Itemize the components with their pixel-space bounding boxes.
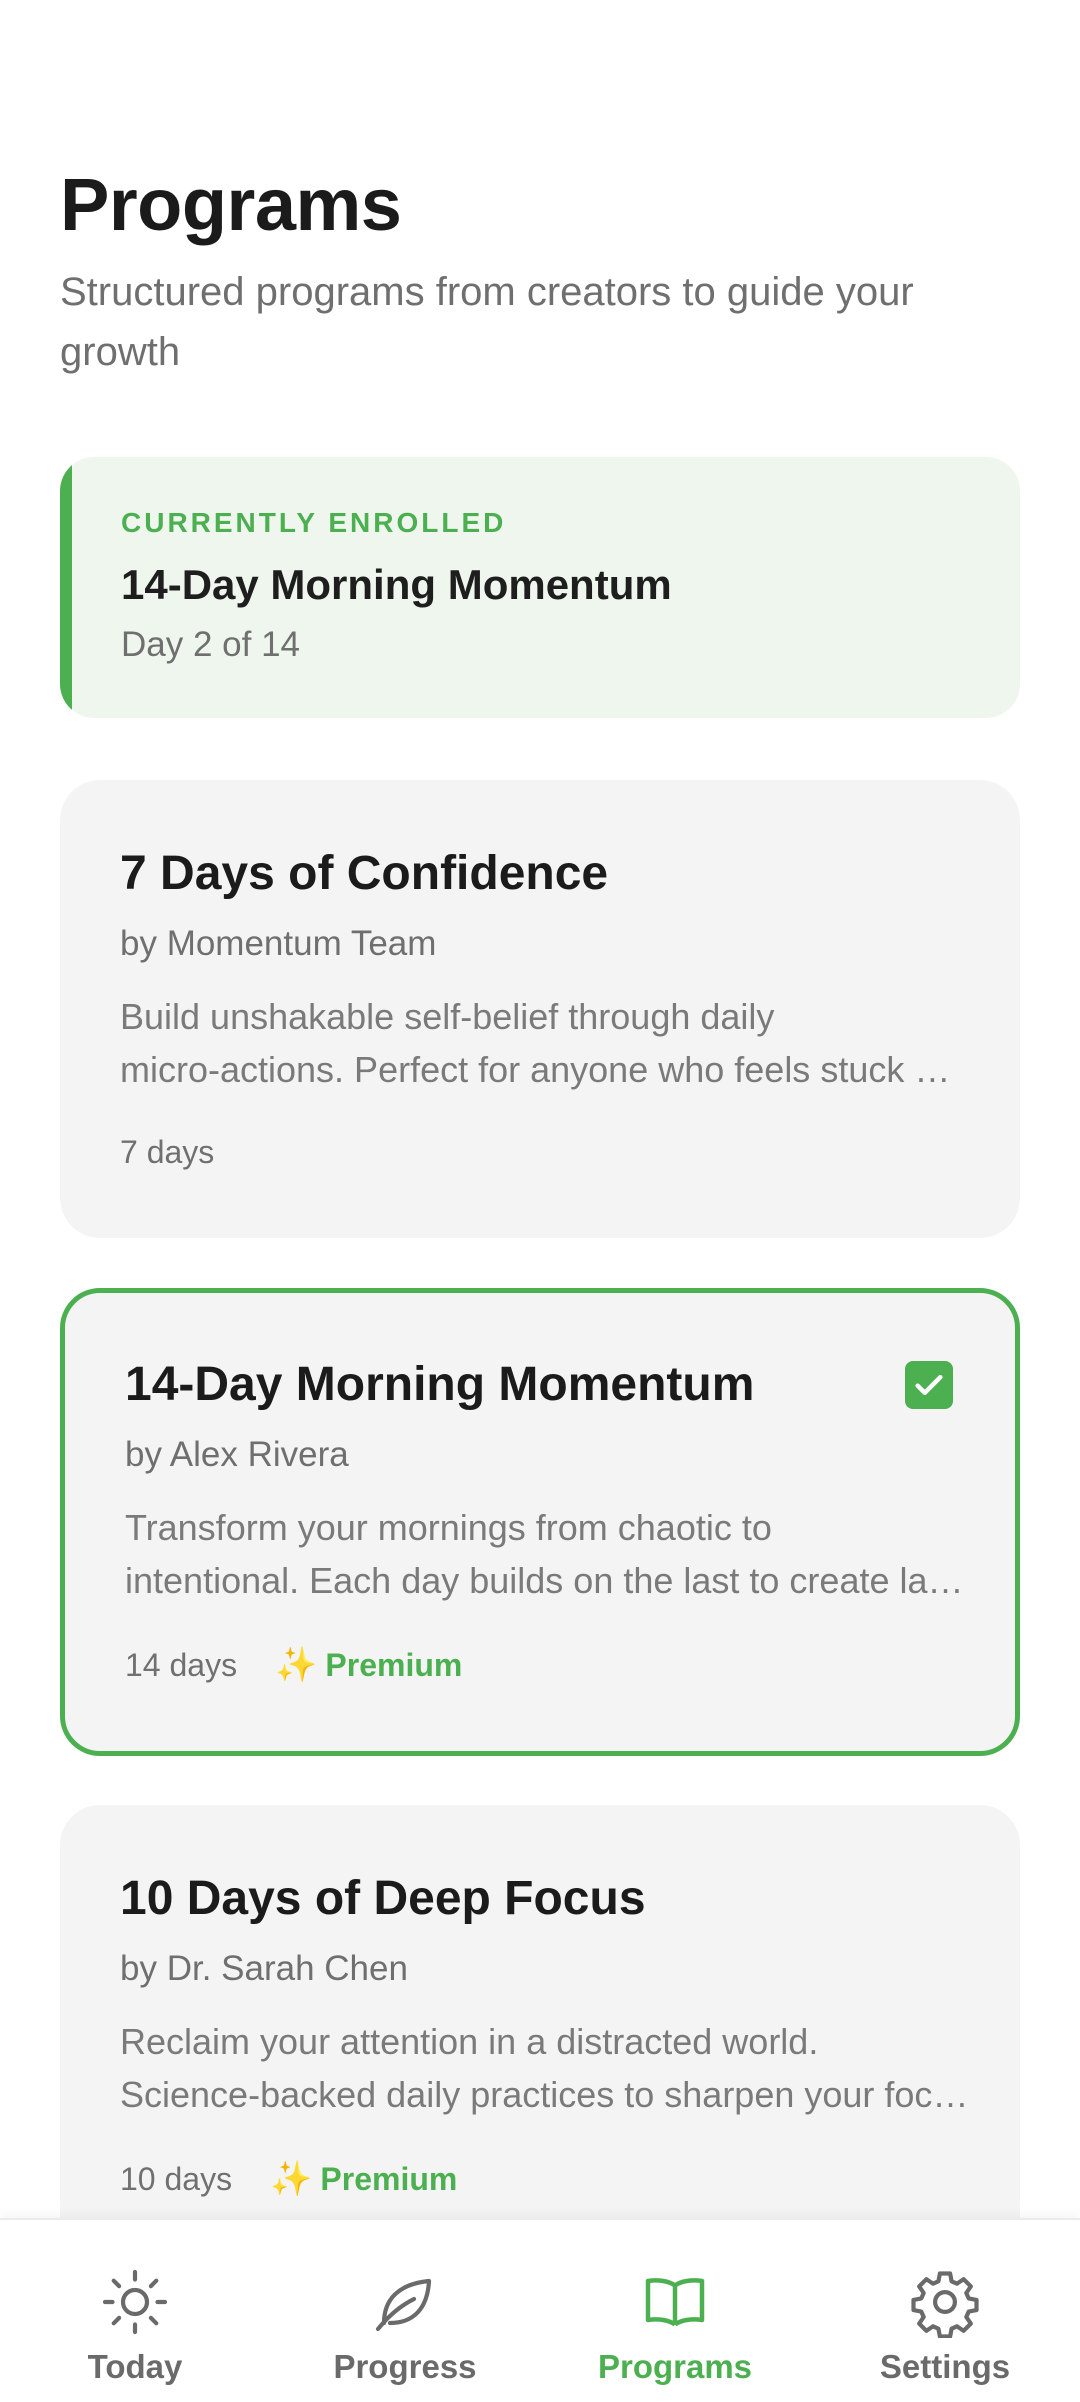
nav-label: Today [87, 2348, 183, 2385]
program-title: 10 Days of Deep Focus [120, 1872, 646, 1925]
program-description: Reclaim your attention in a distracted w… [120, 2015, 970, 2121]
program-description-line: intentional. Each day builds on the last… [125, 1560, 975, 1601]
nav-item-settings[interactable]: Settings [810, 2220, 1080, 2402]
program-description-line: Science-backed daily practices to sharpe… [120, 2074, 970, 2115]
program-meta: 14 days ✨ Premium [125, 1645, 462, 1685]
page-title: Programs [60, 163, 402, 246]
gear-icon [911, 2271, 979, 2338]
premium-label: Premium [320, 2160, 458, 2197]
program-description-line: Build unshakable self-belief through dai… [120, 996, 775, 1037]
program-meta: 10 days ✨ Premium [120, 2159, 457, 2199]
program-meta: 7 days [120, 1134, 214, 1171]
program-author: by Alex Rivera [125, 1435, 349, 1474]
nav-label: Settings [879, 2348, 1011, 2385]
sun-icon [102, 2269, 168, 2335]
nav-label: Programs [597, 2348, 753, 2385]
page-subtitle: Structured programs from creators to gui… [60, 270, 914, 374]
program-duration: 10 days [120, 2160, 233, 2197]
premium-label: Premium [325, 1646, 463, 1683]
leaf-icon [375, 2278, 432, 2332]
premium-badge: ✨ Premium [270, 2159, 457, 2199]
program-author: by Momentum Team [120, 924, 437, 963]
program-title: 7 Days of Confidence [120, 847, 609, 900]
program-card-deep-focus[interactable]: 10 Days of Deep Focus by Dr. Sarah Chen … [60, 1805, 1020, 2218]
nav-label: Progress [333, 2348, 477, 2385]
program-description-line: Reclaim your attention in a distracted w… [120, 2021, 819, 2062]
enrolled-label: CURRENTLY ENROLLED [121, 507, 507, 538]
nav-item-today[interactable]: Today [0, 2220, 270, 2402]
nav-item-programs[interactable]: Programs [540, 2220, 810, 2402]
enrolled-program-banner[interactable]: CURRENTLY ENROLLED 14-Day Morning Moment… [60, 457, 1020, 718]
program-title: 14-Day Morning Momentum [125, 1358, 755, 1411]
program-duration: 7 days [120, 1134, 215, 1170]
program-description-line: micro-actions. Perfect for anyone who fe… [120, 1049, 970, 1090]
program-description-line: Transform your mornings from chaotic to [125, 1507, 772, 1548]
nav-item-progress[interactable]: Progress [270, 2220, 540, 2402]
program-card-confidence[interactable]: 7 Days of Confidence by Momentum Team Bu… [60, 780, 1020, 1238]
check-mark-icon [905, 1361, 953, 1409]
enrolled-progress: Day 2 of 14 [121, 625, 300, 664]
program-card-morning-momentum[interactable]: 14-Day Morning Momentum by Alex Rivera T… [60, 1288, 1020, 1756]
program-description: Transform your mornings from chaotic to … [125, 1501, 975, 1607]
premium-badge: ✨ Premium [275, 1645, 462, 1685]
sparkle-icon: ✨ [275, 1646, 318, 1684]
book-icon [645, 2278, 705, 2327]
program-description: Build unshakable self-belief through dai… [120, 990, 970, 1096]
bottom-navigation: Today Progress Programs Settings [0, 2218, 1080, 2402]
program-author: by Dr. Sarah Chen [120, 1949, 408, 1988]
program-duration: 14 days [125, 1646, 238, 1683]
sparkle-icon: ✨ [270, 2160, 313, 2198]
programs-screen: Programs Structured programs from creato… [0, 0, 1080, 2218]
enrolled-program-title: 14-Day Morning Momentum [121, 561, 672, 608]
